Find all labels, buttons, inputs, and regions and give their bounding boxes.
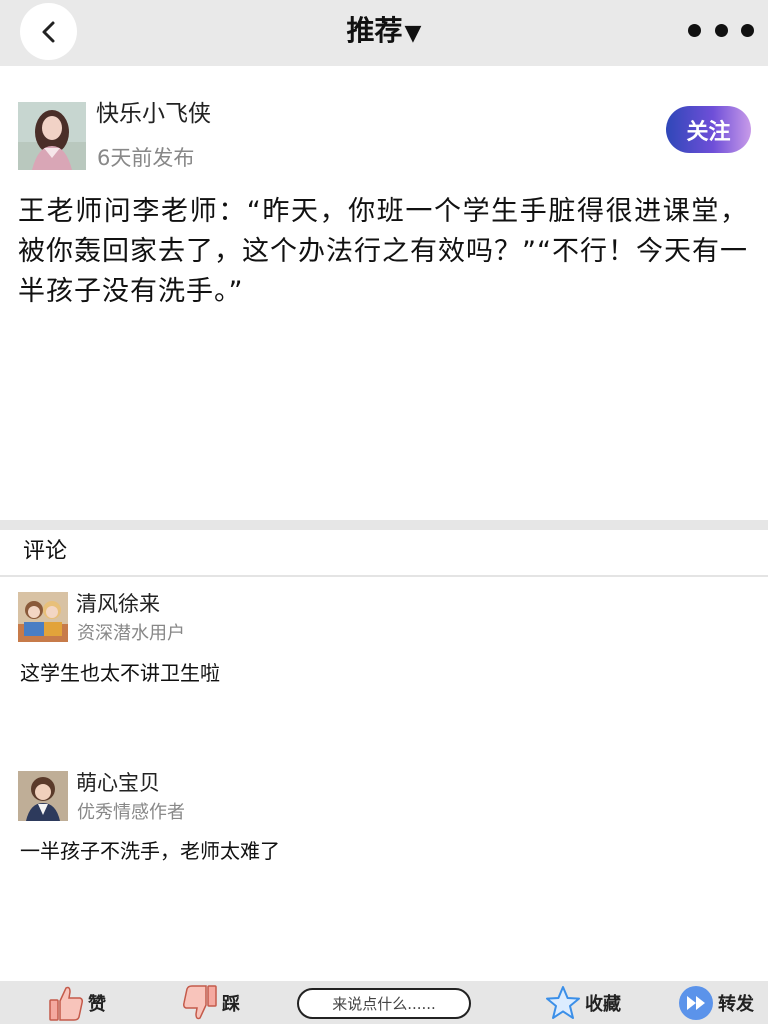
more-button[interactable]	[688, 20, 754, 40]
commenter-title: 资深潜水用户	[77, 623, 185, 644]
favorite-label: 收藏	[585, 993, 621, 1015]
share-label: 转发	[718, 993, 754, 1015]
share-button[interactable]: 转发	[678, 981, 754, 1024]
comment-text: 一半孩子不洗手，老师太难了	[20, 839, 280, 863]
commenter-avatar[interactable]	[18, 592, 68, 642]
divider	[0, 575, 768, 577]
commenter-name[interactable]: 清风徐来	[76, 590, 160, 618]
post-timestamp: 6天前发布	[97, 146, 195, 170]
thumbs-up-icon	[49, 986, 83, 1021]
author-avatar[interactable]	[18, 102, 86, 170]
bottom-action-bar: 赞 踩 来说点什么...... 收藏 转发	[0, 981, 768, 1024]
like-button[interactable]: 赞	[48, 981, 106, 1024]
comment-text: 这学生也太不讲卫生啦	[20, 661, 220, 685]
commenter-avatar[interactable]	[18, 771, 68, 821]
more-dots-icon	[741, 23, 754, 37]
dislike-label: 踩	[222, 993, 240, 1015]
author-name[interactable]: 快乐小飞侠	[96, 98, 211, 130]
follow-button[interactable]: 关注	[666, 106, 751, 153]
comments-header: 评论	[23, 539, 68, 564]
dislike-button[interactable]: 踩	[182, 981, 240, 1024]
favorite-button[interactable]: 收藏	[545, 981, 621, 1024]
commenter-title: 优秀情感作者	[77, 802, 185, 823]
dropdown-arrow-icon: ▼	[404, 21, 422, 46]
star-icon	[546, 985, 580, 1019]
share-forward-icon	[679, 985, 713, 1020]
top-bar: 推荐▼	[0, 0, 768, 66]
comment-input[interactable]: 来说点什么......	[297, 988, 471, 1019]
more-dots-icon	[714, 23, 728, 37]
thumbs-down-icon	[183, 984, 217, 1019]
post-content: 王老师问李老师：“昨天，你班一个学生手脏得很进课堂，被你轰回家去了，这个办法行之…	[18, 196, 748, 307]
more-dots-icon	[688, 23, 701, 37]
page-title-dropdown[interactable]: 推荐▼	[0, 12, 768, 53]
page-title: 推荐	[346, 14, 403, 47]
commenter-name[interactable]: 萌心宝贝	[76, 769, 160, 797]
section-divider	[0, 520, 768, 530]
like-label: 赞	[88, 993, 106, 1015]
